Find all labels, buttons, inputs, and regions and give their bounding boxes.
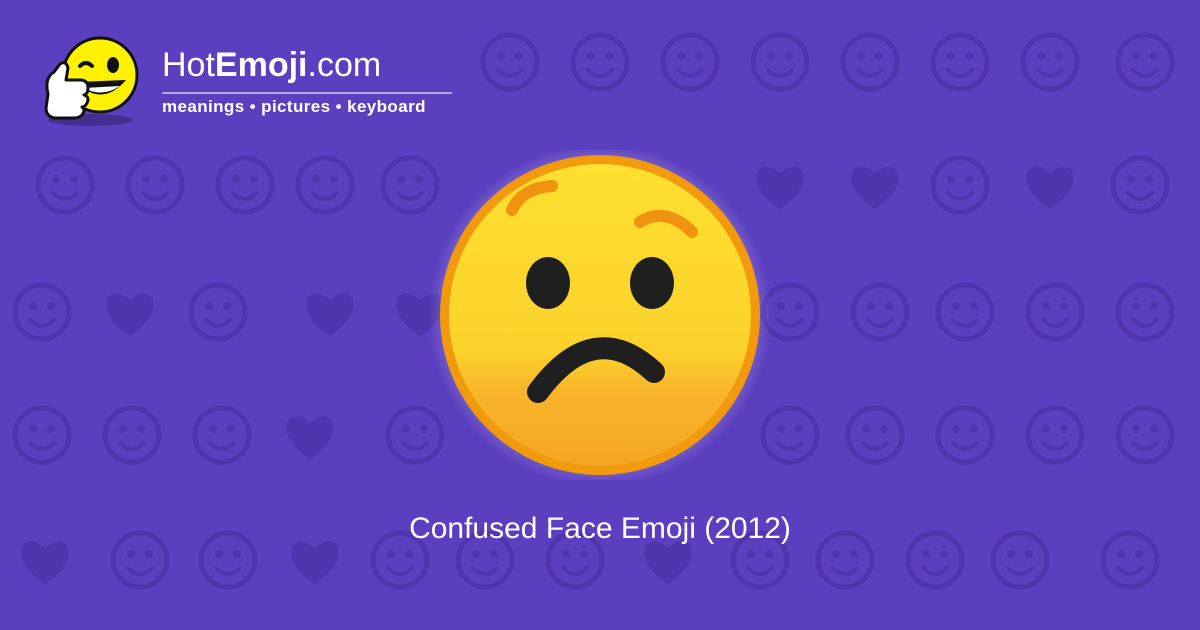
bg-arrow-left-icon [850,282,910,342]
bg-sun-icon [102,405,162,465]
bg-revolving-hearts-icon [306,293,354,336]
bg-weary-icon [570,32,630,92]
bg-squint-tongue-icon [1115,282,1175,342]
bg-tongue-wink-icon [1110,155,1170,215]
bg-flexed-biceps-icon [192,405,252,465]
site-name-suffix: .com [307,46,382,84]
bg-confused-icon [930,155,990,215]
bg-big-grin-icon [1115,405,1175,465]
bg-raising-hands-icon [125,155,185,215]
bg-tired-icon [188,282,248,342]
bg-smirk-icon [930,32,990,92]
site-tagline: meanings • pictures • keyboard [162,97,426,116]
bg-waving-hand-icon [760,405,820,465]
bg-sleeping-icon [295,155,355,215]
bg-vibrating-heart-icon [21,541,69,584]
bg-smile-icon [480,32,540,92]
bg-grimace-icon [1115,32,1175,92]
bg-broken-heart-icon [851,166,899,209]
site-name-prefix: Hot [162,46,215,84]
site-logo[interactable]: HotEmoji.com meanings • pictures • keybo… [40,32,480,132]
bg-ok-hand-icon [660,32,720,92]
bg-mask-icon [845,405,905,465]
bg-disappointed-icon [380,155,440,215]
emoji-caption: Confused Face Emoji (2012) [409,512,791,545]
bg-party-popper-icon [1025,282,1085,342]
confused-face-emoji-icon [430,150,770,480]
bg-relieved-icon [1020,32,1080,92]
bg-striped-heart-icon [1026,166,1074,209]
bg-music-notes-icon [215,155,275,215]
bg-recycle-icon [35,155,95,215]
bg-frown-icon [12,282,72,342]
bg-eyes-icon [840,32,900,92]
thumbs-up-wink-mascot-icon [44,36,139,126]
site-name: HotEmoji.com [162,46,381,84]
logo-divider [162,92,452,94]
bg-angry-icon [760,282,820,342]
bg-cold-sweat-icon [1025,405,1085,465]
site-name-strong: Emoji [214,46,308,84]
bg-heart-icon [291,541,339,584]
bg-heart-arrow-icon [106,293,154,336]
bg-two-hearts-icon [644,541,692,584]
bg-fire-icon [935,282,995,342]
bg-striped-heart-icon [286,416,334,459]
bg-expressionless-icon [750,32,810,92]
bg-rose-icon [12,405,72,465]
bg-camera-icon [935,405,995,465]
